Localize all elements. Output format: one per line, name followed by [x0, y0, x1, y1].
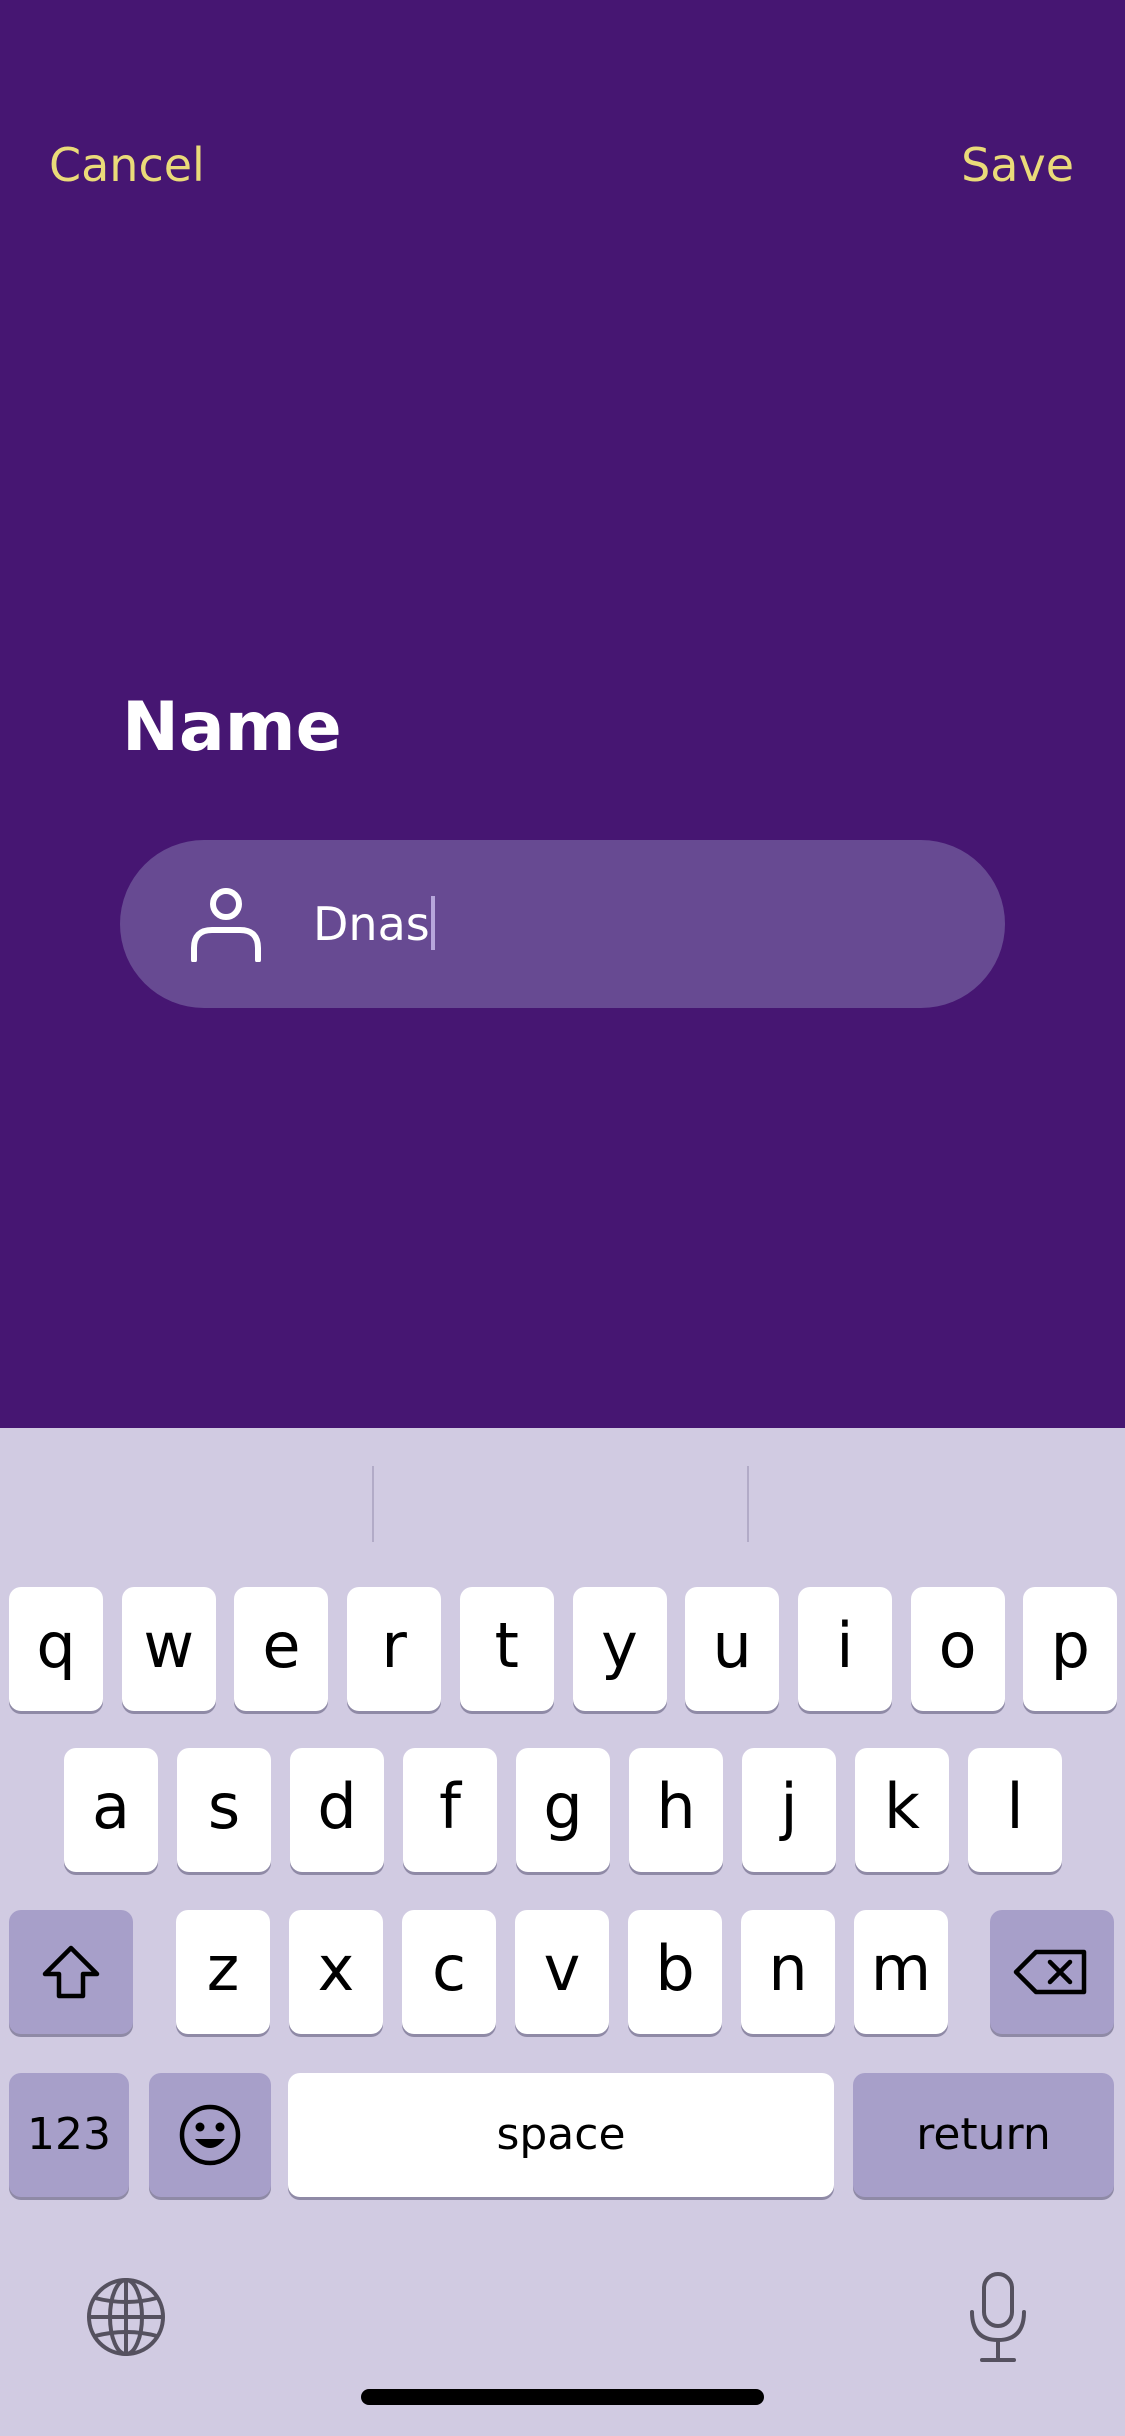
emoji-key[interactable] — [149, 2073, 271, 2197]
key-r[interactable]: r — [347, 1587, 442, 1711]
cancel-button[interactable]: Cancel — [49, 130, 205, 200]
key-v[interactable]: v — [515, 1910, 609, 2034]
app-area: Cancel Save Name Dnas — [0, 0, 1125, 1428]
key-o[interactable]: o — [910, 1587, 1005, 1711]
key-p[interactable]: p — [1023, 1587, 1118, 1711]
shift-key[interactable] — [9, 1910, 133, 2034]
suggestion-divider — [747, 1466, 749, 1542]
key-f[interactable]: f — [403, 1748, 497, 1872]
emoji-icon — [179, 2104, 241, 2166]
key-i[interactable]: i — [797, 1587, 892, 1711]
key-c[interactable]: c — [402, 1910, 496, 2034]
name-input[interactable]: Dnas — [313, 894, 435, 954]
key-z[interactable]: z — [176, 1910, 270, 2034]
key-a[interactable]: a — [64, 1748, 158, 1872]
space-key[interactable]: space — [288, 2073, 834, 2197]
key-u[interactable]: u — [685, 1587, 780, 1711]
key-d[interactable]: d — [290, 1748, 384, 1872]
key-x[interactable]: x — [289, 1910, 383, 2034]
key-k[interactable]: k — [855, 1748, 949, 1872]
keyboard: qwertyuiop asdfghjkl zxcvbnm 123 space r… — [0, 1428, 1125, 2436]
key-b[interactable]: b — [628, 1910, 722, 2034]
home-indicator — [361, 2389, 764, 2405]
text-caret — [430, 896, 435, 950]
key-q[interactable]: q — [9, 1587, 103, 1711]
globe-icon[interactable] — [85, 2276, 167, 2358]
key-w[interactable]: w — [121, 1587, 216, 1711]
suggestion-divider — [372, 1466, 374, 1542]
backspace-icon — [1013, 1949, 1087, 1995]
key-t[interactable]: t — [459, 1587, 554, 1711]
key-m[interactable]: m — [854, 1910, 948, 2034]
person-icon — [191, 888, 261, 962]
key-g[interactable]: g — [516, 1748, 610, 1872]
shift-icon — [42, 1945, 100, 1999]
numbers-key[interactable]: 123 — [9, 2073, 129, 2197]
key-l[interactable]: l — [968, 1748, 1062, 1872]
key-n[interactable]: n — [741, 1910, 835, 2034]
key-y[interactable]: y — [572, 1587, 667, 1711]
key-e[interactable]: e — [234, 1587, 329, 1711]
page-title: Name — [122, 688, 342, 767]
name-input-value: Dnas — [313, 897, 430, 951]
key-j[interactable]: j — [742, 1748, 836, 1872]
return-key[interactable]: return — [853, 2073, 1114, 2197]
key-h[interactable]: h — [629, 1748, 723, 1872]
backspace-key[interactable] — [990, 1910, 1114, 2034]
key-s[interactable]: s — [177, 1748, 271, 1872]
microphone-icon[interactable] — [966, 2270, 1030, 2366]
name-field[interactable]: Dnas — [120, 840, 1005, 1008]
save-button[interactable]: Save — [961, 130, 1074, 200]
